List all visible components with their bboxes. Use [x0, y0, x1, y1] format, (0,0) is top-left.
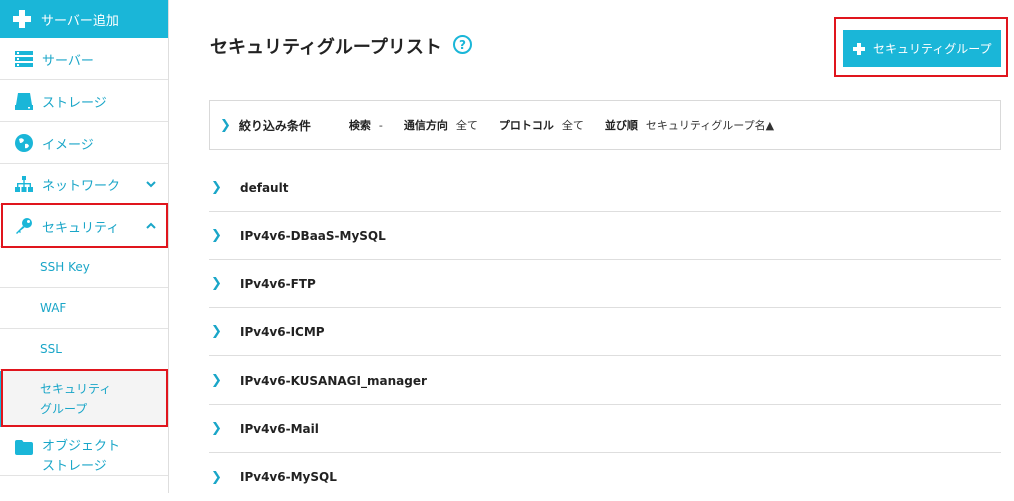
help-icon[interactable]: ? [453, 35, 472, 54]
security-group-row[interactable]: ❯ default [209, 164, 1001, 212]
chevron-right-icon: ❯ [211, 469, 222, 485]
sidebar-item-label: ストレージ [42, 95, 107, 111]
security-group-name: IPv4v6-FTP [240, 276, 316, 291]
sidebar-subitem-label-line1: セキュリティ [40, 381, 112, 396]
sidebar-item-storage[interactable]: ストレージ [0, 81, 168, 122]
security-group-name: IPv4v6-MySQL [240, 470, 337, 484]
filter-sort-value: セキュリティグループ名▲ [645, 119, 775, 132]
filter-sort-label: 並び順 [604, 119, 638, 132]
create-button-label: セキュリティグループ [873, 42, 992, 56]
sidebar-item-network[interactable]: ネットワーク [0, 164, 168, 205]
filter-protocol-value: 全て [561, 119, 584, 132]
sidebar-item-object-storage[interactable]: オブジェクト ストレージ [0, 430, 168, 476]
sidebar-subitem-waf[interactable]: WAF [0, 288, 168, 329]
sidebar-item-servers[interactable]: サーバー [0, 39, 168, 80]
chevron-right-icon: ❯ [211, 324, 222, 339]
security-group-name: default [240, 180, 289, 195]
network-icon [14, 174, 34, 194]
filter-bar: ❯ 絞り込み条件 検索 - 通信方向 全て プロトコル 全て 並び順 セキュリテ… [209, 100, 1001, 150]
sidebar-subitem-label-line2: グループ [40, 401, 88, 416]
filter-direction-label: 通信方向 [403, 119, 448, 132]
add-server-button[interactable]: サーバー追加 [0, 0, 168, 38]
plus-icon [853, 42, 865, 55]
security-group-row[interactable]: ❯ IPv4v6-KUSANAGI_manager [209, 357, 1001, 405]
security-group-row[interactable]: ❯ IPv4v6-FTP [209, 260, 1001, 308]
filter-title[interactable]: 絞り込み条件 [239, 117, 311, 134]
sidebar-item-label-line1: オブジェクト [42, 439, 121, 454]
sidebar: サーバー追加 サーバー ストレージ イメージ ネットワーク セキュリティ SSH… [0, 0, 169, 493]
security-group-name: IPv4v6-Mail [240, 421, 319, 436]
page-title: セキュリティグループリスト [210, 37, 442, 58]
chevron-right-icon[interactable]: ❯ [220, 118, 231, 133]
sidebar-subitem-label: WAF [40, 301, 67, 315]
sidebar-item-images[interactable]: イメージ [0, 123, 168, 164]
filter-protocol-label: プロトコル [498, 119, 554, 132]
sidebar-item-label: セキュリティ [42, 220, 120, 236]
chevron-right-icon: ❯ [211, 276, 222, 291]
sidebar-subitem-label: SSL [40, 342, 62, 356]
add-server-label: サーバー追加 [41, 13, 119, 29]
sidebar-subitem-security-group[interactable]: セキュリティ グループ [0, 371, 168, 427]
chevron-up-icon [146, 222, 156, 229]
sidebar-subitem-ssh-key[interactable]: SSH Key [0, 247, 168, 288]
sidebar-item-security[interactable]: セキュリティ [0, 206, 168, 247]
sidebar-item-label-line2: ストレージ [42, 459, 107, 474]
security-group-name: IPv4v6-ICMP [240, 324, 325, 339]
security-group-row[interactable]: ❯ IPv4v6-ICMP [209, 308, 1001, 356]
globe-icon [14, 133, 34, 153]
chevron-right-icon: ❯ [211, 421, 222, 436]
security-group-row[interactable]: ❯ IPv4v6-Mail [209, 405, 1001, 453]
filter-search-value: - [378, 118, 383, 132]
sidebar-item-label: ネットワーク [42, 178, 121, 194]
chevron-right-icon: ❯ [211, 228, 222, 243]
sidebar-item-label: イメージ [42, 137, 94, 153]
chevron-right-icon: ❯ [211, 373, 222, 388]
plus-icon [13, 10, 31, 28]
server-icon [14, 49, 34, 69]
security-group-row[interactable]: ❯ IPv4v6-DBaaS-MySQL [209, 212, 1001, 260]
chevron-down-icon [146, 181, 156, 188]
sidebar-item-label: サーバー [42, 53, 94, 69]
filter-search-label: 検索 [348, 119, 371, 132]
sidebar-subitem-label: SSH Key [40, 260, 90, 274]
security-group-name: IPv4v6-KUSANAGI_manager [240, 373, 427, 388]
security-group-name: IPv4v6-DBaaS-MySQL [240, 228, 386, 243]
folder-icon [14, 437, 34, 457]
create-security-group-button[interactable]: セキュリティグループ [843, 30, 1001, 67]
security-group-row[interactable]: ❯ IPv4v6-MySQL [209, 453, 1001, 501]
chevron-right-icon: ❯ [211, 180, 222, 195]
key-icon [14, 216, 34, 236]
storage-icon [14, 91, 34, 111]
sidebar-subitem-ssl[interactable]: SSL [0, 329, 168, 370]
filter-direction-value: 全て [455, 119, 478, 132]
